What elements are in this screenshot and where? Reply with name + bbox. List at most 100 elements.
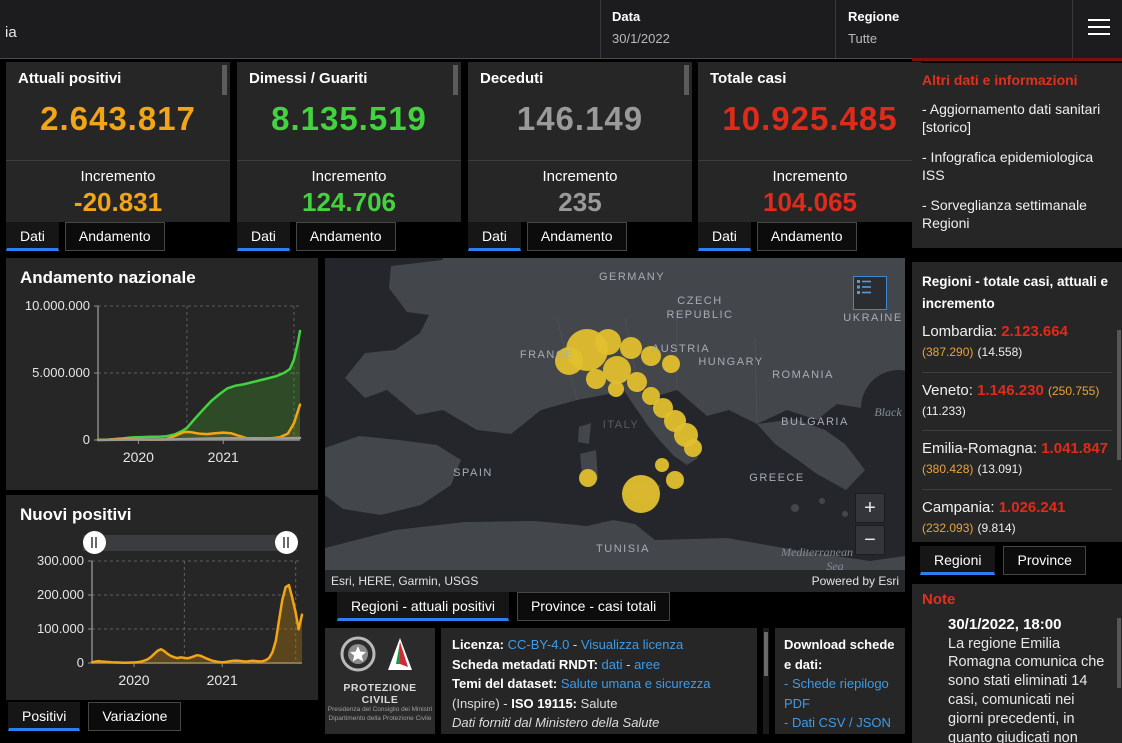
series-line-nuovi-positivi bbox=[92, 585, 302, 663]
card-value: 10.925.485 bbox=[698, 87, 922, 151]
divider bbox=[600, 0, 601, 58]
card-title: Totale casi bbox=[698, 62, 922, 87]
divider bbox=[237, 160, 461, 161]
map-tabs: Regioni - attuali positivi Province - ca… bbox=[337, 592, 670, 621]
scrollbar-thumb[interactable] bbox=[684, 65, 689, 95]
case-bubble[interactable] bbox=[662, 355, 680, 373]
series-fill-dimessi-guariti bbox=[98, 331, 300, 440]
map-country-label: CZECH bbox=[677, 295, 722, 307]
time-slider-handle-left[interactable] bbox=[83, 531, 106, 554]
scrollbar-thumb[interactable] bbox=[1117, 330, 1121, 460]
license-link[interactable]: dati bbox=[602, 657, 623, 672]
tab-dati[interactable]: Dati bbox=[6, 222, 59, 251]
region-row[interactable]: Lombardia: 2.123.664 (387.290) (14.558) bbox=[922, 314, 1112, 373]
case-bubble[interactable] bbox=[586, 369, 606, 389]
date-filter[interactable]: Data 30/1/2022 bbox=[612, 9, 670, 46]
note-body: 30/1/2022, 18:00 La regione Emilia Romag… bbox=[948, 615, 1112, 743]
case-bubble[interactable] bbox=[579, 469, 597, 487]
license-line: Licenza: CC-BY-4.0 - Visualizza licenza bbox=[452, 635, 746, 655]
map-country-label: Mediterranean bbox=[780, 545, 853, 559]
tab-andamento[interactable]: Andamento bbox=[527, 222, 627, 251]
region-name: Lombardia: bbox=[922, 323, 1001, 340]
scrollbar-thumb[interactable] bbox=[1117, 618, 1121, 688]
increment-label: Incremento bbox=[468, 168, 692, 185]
map-attribution: Esri, HERE, Garmin, USGS Powered by Esri bbox=[325, 570, 905, 592]
date-value[interactable]: 30/1/2022 bbox=[612, 31, 670, 46]
protezione-civile-logo: PROTEZIONE CIVILE Presidenza del Consigl… bbox=[325, 628, 435, 734]
license-link[interactable]: CC-BY-4.0 bbox=[508, 637, 570, 652]
tab-dati[interactable]: Dati bbox=[698, 222, 751, 251]
note-date: 30/1/2022, 18:00 bbox=[948, 615, 1112, 635]
time-slider-handle-right[interactable] bbox=[275, 531, 298, 554]
scrollbar-thumb[interactable] bbox=[222, 65, 227, 95]
license-link[interactable]: Salute umana e sicurezza bbox=[561, 676, 711, 691]
top-bar: ia Data 30/1/2022 Regione Tutte bbox=[0, 0, 1122, 59]
license-link[interactable]: aree bbox=[634, 657, 660, 672]
regioni-list-panel: Regioni - totale casi, attuali e increme… bbox=[912, 262, 1122, 542]
case-bubble[interactable] bbox=[655, 458, 669, 472]
nuovi-positivi-tabs: Positivi Variazione bbox=[8, 702, 181, 731]
case-bubble[interactable] bbox=[608, 381, 624, 397]
region-row[interactable]: Veneto: 1.146.230 (250.755) (11.233) bbox=[922, 373, 1112, 432]
altri-dati-panel: Altri dati e informazioni - Aggiornament… bbox=[912, 63, 1122, 248]
altri-dati-item[interactable]: - Aggiornamento dati sanitari [storico] bbox=[922, 101, 1112, 136]
layer-list-icon[interactable] bbox=[853, 276, 887, 310]
note-panel: Note 30/1/2022, 18:00 La regione Emilia … bbox=[912, 584, 1122, 743]
tab-andamento[interactable]: Andamento bbox=[757, 222, 857, 251]
case-bubble[interactable] bbox=[622, 475, 660, 513]
map-country-label: ITALY bbox=[603, 419, 639, 431]
tab-positivi[interactable]: Positivi bbox=[8, 702, 80, 731]
increment-label: Incremento bbox=[6, 168, 230, 185]
download-link[interactable]: - Schede riepilogo PDF bbox=[784, 674, 896, 713]
tab-dati[interactable]: Dati bbox=[468, 222, 521, 251]
region-value[interactable]: Tutte bbox=[848, 31, 899, 46]
region-row[interactable]: Emilia-Romagna: 1.041.847 (380.428) (13.… bbox=[922, 431, 1112, 490]
tab-regioni-attuali-positivi[interactable]: Regioni - attuali positivi bbox=[337, 592, 509, 621]
footer-scrollbar[interactable] bbox=[763, 628, 769, 734]
tab-province[interactable]: Province bbox=[1003, 546, 1085, 575]
tab-province-casi-totali[interactable]: Province - casi totali bbox=[517, 592, 670, 621]
zoom-out-button[interactable]: − bbox=[855, 525, 885, 555]
case-bubble[interactable] bbox=[684, 439, 702, 457]
tab-andamento[interactable]: Andamento bbox=[296, 222, 396, 251]
map-canvas[interactable]: ITALY GERMANYCZECHREPUBLICUKRAINEFRANCEA… bbox=[325, 258, 905, 592]
increment-value: 235 bbox=[468, 187, 692, 218]
tab-dati[interactable]: Dati bbox=[237, 222, 290, 251]
scrollbar-thumb[interactable] bbox=[453, 65, 458, 95]
license-line: Scheda metadati RNDT: dati - aree bbox=[452, 655, 746, 675]
zoom-in-button[interactable]: + bbox=[855, 493, 885, 523]
altri-dati-item[interactable]: - Infografica epidemiologica ISS bbox=[922, 149, 1112, 184]
region-row[interactable]: Campania: 1.026.241 (232.093) (9.814) bbox=[922, 490, 1112, 542]
y-tick-label: 300.000 bbox=[37, 553, 84, 568]
license-link[interactable]: Visualizza licenza bbox=[581, 637, 683, 652]
map-country-label: BULGARIA bbox=[781, 416, 849, 428]
time-slider-track[interactable] bbox=[83, 535, 297, 551]
case-bubble[interactable] bbox=[620, 337, 642, 359]
map-country-label: SPAIN bbox=[453, 467, 493, 479]
andamento-nazionale-panel: Andamento nazionale 10.000.0005.000.0000… bbox=[6, 258, 318, 490]
app-title-fragment: ia bbox=[5, 24, 17, 41]
tab-regioni[interactable]: Regioni bbox=[920, 546, 995, 575]
menu-icon[interactable] bbox=[1088, 19, 1110, 40]
region-filter[interactable]: Regione Tutte bbox=[848, 9, 899, 46]
tab-variazione[interactable]: Variazione bbox=[88, 702, 181, 731]
altri-dati-title: Altri dati e informazioni bbox=[922, 72, 1112, 88]
x-tick-label: 2021 bbox=[207, 672, 238, 688]
europe-map[interactable]: ITALY GERMANYCZECHREPUBLICUKRAINEFRANCEA… bbox=[325, 258, 905, 592]
y-tick-label: 0 bbox=[83, 432, 90, 447]
case-bubble[interactable] bbox=[603, 356, 631, 384]
case-bubble[interactable] bbox=[627, 372, 647, 392]
license-text: - bbox=[623, 657, 635, 672]
card-title: Dimessi / Guariti bbox=[237, 62, 461, 87]
case-bubble[interactable] bbox=[666, 471, 684, 489]
download-link[interactable]: - Dati CSV / JSON bbox=[784, 713, 896, 733]
altri-dati-item[interactable]: - Sorveglianza settimanale Regioni bbox=[922, 197, 1112, 232]
download-link[interactable]: - Shape aree bbox=[784, 733, 896, 735]
case-bubble[interactable] bbox=[595, 329, 621, 355]
divider bbox=[468, 160, 692, 161]
license-line: Dati forniti dal Ministero della Salute bbox=[452, 713, 746, 733]
region-incremento: (14.558) bbox=[978, 345, 1023, 359]
tab-andamento[interactable]: Andamento bbox=[65, 222, 165, 251]
region-total: 1.026.241 bbox=[999, 499, 1066, 516]
attribution-esri[interactable]: Powered by Esri bbox=[812, 574, 899, 588]
